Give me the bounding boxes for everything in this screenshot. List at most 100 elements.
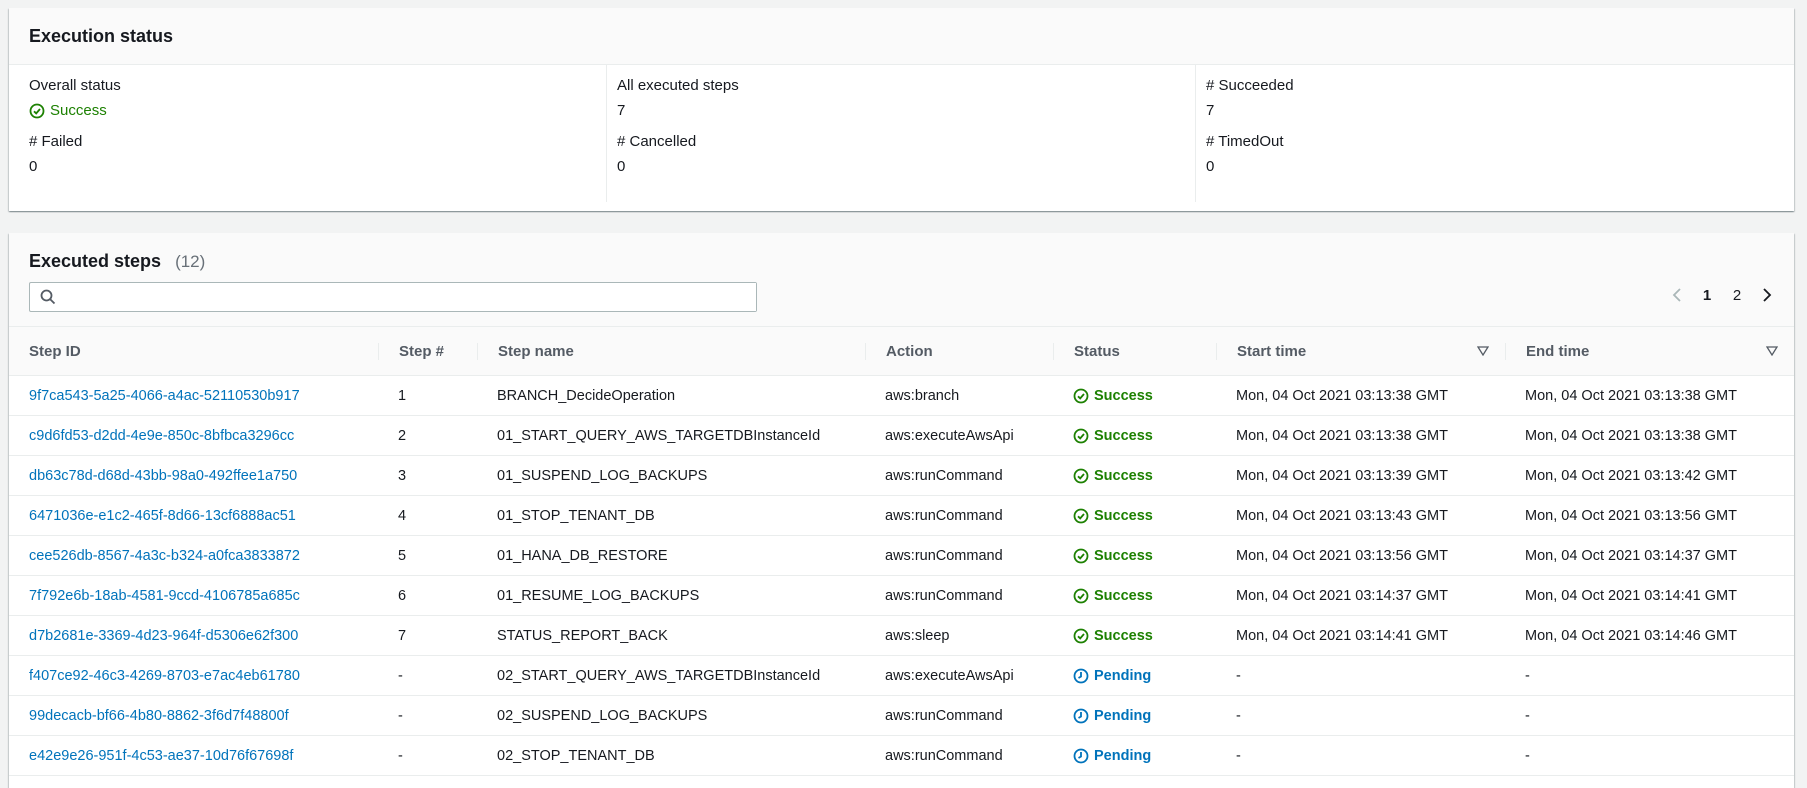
step-name-cell: BRANCH_DecideOperation: [477, 375, 865, 416]
executed-steps-panel: Executed steps (12) 1 2 Step ID Step # S…: [9, 233, 1794, 788]
step-name-cell: STATUS_REPORT_BACK: [477, 615, 865, 656]
start-time-cell: -: [1216, 735, 1505, 776]
step-id-link[interactable]: 9f7ca543-5a25-4066-a4ac-52110530b917: [29, 388, 300, 404]
table-row: e42e9e26-951f-4c53-ae37-10d76f67698f - 02_…: [9, 735, 1794, 776]
status-cell: Success: [1053, 495, 1216, 536]
status-cell: Success: [1053, 535, 1216, 576]
next-page-button[interactable]: [1760, 284, 1774, 306]
step-id-cell: 99decacb-bf66-4b80-8862-3f6d7f48800f: [9, 695, 378, 736]
column-header-step-name[interactable]: Step name: [477, 326, 865, 376]
action-cell: aws:runCommand: [865, 455, 1053, 496]
step-id-link[interactable]: d7b2681e-3369-4d23-964f-d5306e62f300: [29, 628, 298, 644]
step-id-link[interactable]: f407ce92-46c3-4269-8703-e7ac4eb61780: [29, 668, 300, 684]
succeeded-field: # Succeeded 7: [1206, 75, 1294, 122]
status-indicator: Success: [1073, 388, 1216, 404]
column-header-action[interactable]: Action: [865, 326, 1053, 376]
failed-value: 0: [29, 158, 38, 175]
step-id-link[interactable]: 7f792e6b-18ab-4581-9ccd-4106785a685c: [29, 588, 300, 604]
table-row: cee526db-8567-4a3c-b324-a0fca3833872 5 01_…: [9, 535, 1794, 576]
action-cell: aws:branch: [865, 375, 1053, 416]
table-row: 99decacb-bf66-4b80-8862-3f6d7f48800f - 02_…: [9, 695, 1794, 736]
column-header-step-number[interactable]: Step #: [378, 326, 477, 376]
page-2-button[interactable]: 2: [1730, 287, 1744, 304]
column-header-status[interactable]: Status: [1053, 326, 1216, 376]
column-label: Step name: [498, 342, 574, 360]
step-id-cell: 9f7ca543-5a25-4066-a4ac-52110530b917: [9, 375, 378, 416]
end-time-cell: Mon, 04 Oct 2021 03:13:56 GMT: [1505, 495, 1794, 536]
table-row: 9f7ca543-5a25-4066-a4ac-52110530b917 1 BRA…: [9, 375, 1794, 416]
previous-page-button[interactable]: [1670, 284, 1684, 306]
page-1-button[interactable]: 1: [1700, 287, 1714, 304]
status-cell: Success: [1053, 615, 1216, 656]
pending-clock-icon: [1073, 668, 1089, 683]
executed-steps-header: Executed steps (12): [9, 233, 1794, 272]
cancelled-value: 0: [617, 158, 626, 175]
step-name-cell: 02_SUSPEND_LOG_BACKUPS: [477, 695, 865, 736]
table-toolbar: 1 2: [9, 272, 1794, 326]
column-label: Action: [886, 342, 933, 360]
pending-clock-icon: [1073, 708, 1089, 723]
timedout-label: # TimedOut: [1206, 133, 1284, 150]
cancelled-field: # Cancelled 0: [617, 131, 696, 178]
step-id-link[interactable]: c9d6fd53-d2dd-4e9e-850c-8bfbca3296cc: [29, 428, 294, 444]
table-row: db63c78d-d68d-43bb-98a0-492ffee1a750 3 01_…: [9, 455, 1794, 496]
start-time-cell: Mon, 04 Oct 2021 03:13:43 GMT: [1216, 495, 1505, 536]
step-number-cell: 5: [378, 535, 477, 576]
status-column-1: Overall status Success # Failed 0: [9, 65, 597, 202]
step-id-link[interactable]: cee526db-8567-4a3c-b324-a0fca3833872: [29, 548, 300, 564]
step-number-cell: 3: [378, 455, 477, 496]
success-icon: [1073, 628, 1089, 643]
search-input[interactable]: [60, 283, 756, 311]
column-label: Status: [1074, 342, 1120, 360]
status-text: Success: [1094, 547, 1153, 564]
executed-steps-count: (12): [175, 252, 206, 271]
column-label: Step #: [399, 342, 445, 360]
step-id-link[interactable]: 99decacb-bf66-4b80-8862-3f6d7f48800f: [29, 708, 289, 724]
column-header-start-time[interactable]: Start time: [1216, 326, 1505, 376]
start-time-cell: Mon, 04 Oct 2021 03:14:37 GMT: [1216, 575, 1505, 616]
step-name-cell: 01_START_QUERY_AWS_TARGETDBInstanceId: [477, 415, 865, 456]
column-header-end-time[interactable]: End time: [1505, 326, 1794, 376]
step-id-link[interactable]: 6471036e-e1c2-465f-8d66-13cf6888ac51: [29, 508, 296, 524]
start-time-cell: Mon, 04 Oct 2021 03:13:39 GMT: [1216, 455, 1505, 496]
end-time-cell: Mon, 04 Oct 2021 03:14:37 GMT: [1505, 535, 1794, 576]
overall-status-text: Success: [50, 102, 107, 119]
step-id-cell: db63c78d-d68d-43bb-98a0-492ffee1a750: [9, 455, 378, 496]
step-name-cell: 02_START_QUERY_AWS_TARGETDBInstanceId: [477, 655, 865, 696]
action-cell: aws:executeAwsApi: [865, 655, 1053, 696]
status-text: Success: [1094, 467, 1153, 484]
end-time-cell: Mon, 04 Oct 2021 03:13:38 GMT: [1505, 375, 1794, 416]
start-time-cell: -: [1216, 695, 1505, 736]
step-id-link[interactable]: db63c78d-d68d-43bb-98a0-492ffee1a750: [29, 468, 297, 484]
table-row: d7b2681e-3369-4d23-964f-d5306e62f300 7 STA…: [9, 615, 1794, 656]
status-cell: Success: [1053, 455, 1216, 496]
status-indicator: Success: [1073, 468, 1216, 484]
success-icon: [1073, 508, 1089, 523]
start-time-cell: Mon, 04 Oct 2021 03:13:38 GMT: [1216, 375, 1505, 416]
status-cell: Success: [1053, 575, 1216, 616]
column-label: Step ID: [29, 342, 81, 360]
success-icon: [1073, 468, 1089, 483]
step-id-cell: d7b2681e-3369-4d23-964f-d5306e62f300: [9, 615, 378, 656]
end-time-cell: -: [1505, 735, 1794, 776]
step-id-cell: 7f792e6b-18ab-4581-9ccd-4106785a685c: [9, 575, 378, 616]
table-header-row: Step ID Step # Step name Action Status S…: [9, 326, 1794, 376]
status-indicator: Success: [1073, 588, 1216, 604]
status-indicator: Success: [1073, 428, 1216, 444]
status-indicator: Pending: [1073, 708, 1216, 724]
succeeded-label: # Succeeded: [1206, 77, 1294, 94]
status-text: Success: [1094, 427, 1153, 444]
column-header-step-id[interactable]: Step ID: [9, 326, 378, 376]
status-indicator: Pending: [1073, 748, 1216, 764]
status-summary: Overall status Success # Failed 0 All ex…: [9, 65, 1794, 210]
status-text: Pending: [1094, 747, 1152, 764]
success-icon: [1073, 588, 1089, 603]
step-name-cell: 01_STOP_TENANT_DB: [477, 495, 865, 536]
failed-label: # Failed: [29, 133, 83, 150]
end-time-cell: -: [1505, 695, 1794, 736]
pagination: 1 2: [1670, 284, 1774, 306]
pending-clock-icon: [1073, 748, 1089, 763]
step-id-link[interactable]: e42e9e26-951f-4c53-ae37-10d76f67698f: [29, 748, 293, 764]
step-name-cell: 02_STOP_TENANT_DB: [477, 735, 865, 776]
step-id-cell: f407ce92-46c3-4269-8703-e7ac4eb61780: [9, 655, 378, 696]
